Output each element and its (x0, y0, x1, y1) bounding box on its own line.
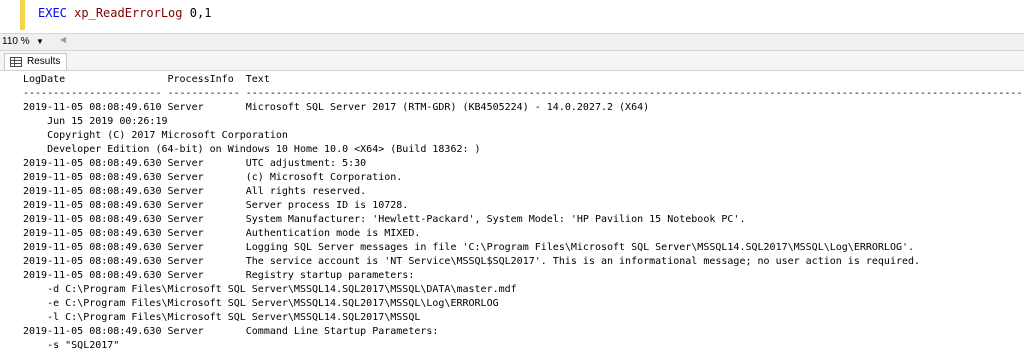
change-marker (20, 0, 25, 30)
result-row: 2019-11-05 08:08:49.630 Server All right… (23, 186, 367, 197)
results-text: LogDate ProcessInfo Text ----------------… (23, 73, 1024, 349)
result-row: 2019-11-05 08:08:49.630 Server Server pr… (23, 200, 409, 211)
result-row: -s "SQL2017" (23, 340, 120, 349)
result-row: -l C:\Program Files\Microsoft SQL Server… (23, 312, 421, 323)
query-editor[interactable]: EXEC xp_ReadErrorLog 0,1 (0, 0, 1024, 33)
result-row: -e C:\Program Files\Microsoft SQL Server… (23, 298, 499, 309)
result-row: 2019-11-05 08:08:49.630 Server Logging S… (23, 242, 915, 253)
chevron-left-icon[interactable]: ◀ (60, 35, 66, 44)
result-row: Developer Edition (64-bit) on Windows 10… (23, 144, 481, 155)
results-pane[interactable]: LogDate ProcessInfo Text ----------------… (0, 71, 1024, 349)
tab-results[interactable]: Results (4, 53, 68, 70)
sql-keyword: EXEC (38, 6, 67, 20)
result-row: 2019-11-05 08:08:49.630 Server (c) Micro… (23, 172, 403, 183)
procedure-name: xp_ReadErrorLog (74, 6, 183, 20)
results-separator: ----------------------- ------------ ---… (23, 88, 1024, 99)
grid-icon (10, 57, 22, 67)
result-row: 2019-11-05 08:08:49.630 Server Command L… (23, 326, 439, 337)
result-row: 2019-11-05 08:08:49.630 Server UTC adjus… (23, 158, 367, 169)
tab-results-label: Results (27, 56, 61, 67)
result-row: -d C:\Program Files\Microsoft SQL Server… (23, 284, 517, 295)
query-line[interactable]: EXEC xp_ReadErrorLog 0,1 (38, 6, 211, 20)
zoom-level: 110 % (2, 36, 30, 47)
result-row: Copyright (C) 2017 Microsoft Corporation (23, 130, 288, 141)
result-row: 2019-11-05 08:08:49.630 Server The servi… (23, 256, 921, 267)
procedure-args: 0,1 (189, 6, 212, 20)
result-row: 2019-11-05 08:08:49.630 Server Authentic… (23, 228, 421, 239)
results-header: LogDate ProcessInfo Text (23, 74, 270, 85)
editor-statusbar: 110 % ▼ ◀ (0, 33, 1024, 51)
result-row: 2019-11-05 08:08:49.630 Server Registry … (23, 270, 415, 281)
result-row: Jun 15 2019 00:26:19 (23, 116, 168, 127)
result-row: 2019-11-05 08:08:49.630 Server System Ma… (23, 214, 746, 225)
results-tabbar: Results (0, 51, 1024, 71)
zoom-dropdown[interactable]: 110 % ▼ (2, 35, 52, 48)
chevron-down-icon[interactable]: ▼ (36, 35, 44, 48)
result-row: 2019-11-05 08:08:49.610 Server Microsoft… (23, 102, 650, 113)
